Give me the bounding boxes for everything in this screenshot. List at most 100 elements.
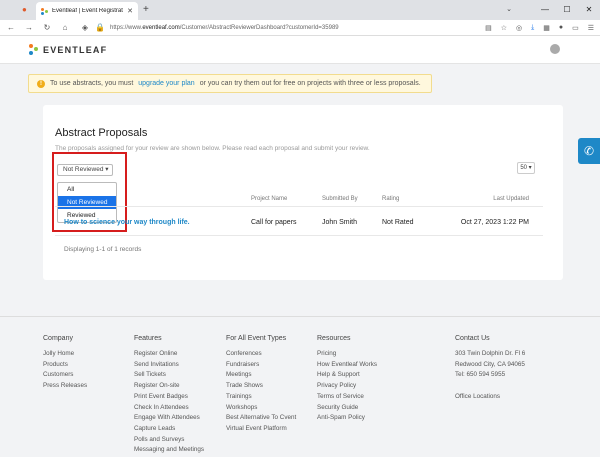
footer-link[interactable]: Fundraisers [226, 360, 296, 371]
footer-link[interactable]: Jolly Home [43, 349, 87, 360]
footer-link[interactable]: Print Event Badges [134, 392, 204, 403]
footer-link[interactable]: Messaging and Meetings [134, 445, 204, 456]
footer-link[interactable]: Pricing [317, 349, 377, 360]
lock-icon[interactable]: 🔒 [95, 23, 105, 32]
footer-link[interactable]: How Eventleaf Works [317, 360, 377, 371]
footer-link[interactable]: Products [43, 360, 87, 371]
address-bar[interactable]: ◈ 🔒 https://www.eventleaf.com/Customer/A… [78, 22, 477, 34]
footer-heading: Features [134, 335, 162, 342]
eventleaf-favicon-icon [41, 7, 48, 15]
notice-text-before: To use abstracts, you must [50, 80, 134, 87]
footer-heading: Company [43, 335, 73, 342]
footer-link[interactable]: Security Guide [317, 403, 377, 414]
site-header: EVENTLEAF [0, 36, 600, 64]
reload-icon[interactable]: ↻ [42, 23, 52, 32]
footer-address: 303 Twin Dolphin Dr. Fl 6 [455, 350, 526, 357]
footer-contact: Contact Us 303 Twin Dolphin Dr. Fl 6 Red… [455, 335, 525, 403]
cell-project: Call for papers [251, 219, 297, 226]
footer-features: Features Register Online Send Invitation… [134, 335, 204, 456]
page-title: Abstract Proposals [55, 127, 148, 139]
pip-icon[interactable]: ▭ [572, 24, 579, 32]
footer-link[interactable]: Engage With Attendees [134, 413, 204, 424]
cell-last-updated: Oct 27, 2023 1:22 PM [460, 219, 529, 226]
notice-text-after: or you can try them out for free on proj… [199, 80, 421, 87]
extension-icon[interactable]: ▦ [543, 24, 550, 32]
footer-link[interactable]: Register Online [134, 349, 204, 360]
footer-link[interactable]: Polls and Surveys [134, 435, 204, 446]
phone-contact-button[interactable]: ✆ [578, 138, 600, 164]
close-tab-icon[interactable]: ✕ [127, 7, 133, 15]
footer-link[interactable]: Help & Support [317, 370, 377, 381]
upgrade-notice: ! To use abstracts, you must upgrade you… [28, 74, 432, 93]
browser-nav-bar: ← → ↻ ⌂ ◈ 🔒 https://www.eventleaf.com/Cu… [0, 20, 600, 36]
bookmark-star-icon[interactable]: ☆ [501, 24, 507, 32]
footer-link[interactable]: Conferences [226, 349, 296, 360]
office-locations-link[interactable]: Office Locations [455, 392, 525, 403]
column-header-last-updated[interactable]: Last Updated [493, 196, 529, 202]
reader-view-icon[interactable]: ▤ [485, 24, 492, 32]
page-subtitle: The proposals assigned for your review a… [55, 145, 370, 152]
footer-heading: For All Event Types [226, 335, 287, 342]
footer-link[interactable]: Meetings [226, 370, 296, 381]
footer-link[interactable]: Register On-site [134, 381, 204, 392]
maximize-icon[interactable]: ☐ [556, 0, 578, 20]
logo-dots-icon [29, 44, 38, 55]
site-footer: Company Jolly Home Products Customers Pr… [0, 316, 600, 457]
footer-link[interactable]: Check In Attendees [134, 403, 204, 414]
upgrade-plan-link[interactable]: upgrade your plan [138, 80, 194, 87]
footer-link[interactable]: Anti-Spam Policy [317, 413, 377, 424]
profile-icon[interactable]: ● [559, 24, 563, 32]
minimize-icon[interactable]: — [534, 0, 556, 20]
home-icon[interactable]: ⌂ [60, 23, 70, 32]
footer-link[interactable]: Capture Leads [134, 424, 204, 435]
download-icon[interactable]: ⤓ [531, 24, 534, 32]
column-header-submitted-by[interactable]: Submitted By [322, 196, 358, 202]
column-header-rating[interactable]: Rating [382, 196, 399, 202]
footer-spacer [455, 381, 525, 392]
footer-link[interactable]: Workshops [226, 403, 296, 414]
browser-logo-icon: ● [22, 5, 27, 14]
browser-tab-bar: ● Eventleaf | Event Registration Sof ✕ +… [0, 0, 600, 20]
page-size-select[interactable]: 50 ▾ [517, 162, 535, 174]
shield-icon[interactable]: ◈ [80, 23, 90, 32]
eventleaf-logo[interactable]: EVENTLEAF [29, 44, 107, 55]
toolbar-icons: ▤ ☆ ◎ ⤓ ▦ ● ▭ ☰ [485, 24, 594, 32]
logo-text: EVENTLEAF [43, 44, 108, 55]
tab-list-icon[interactable]: ⌄ [506, 5, 512, 13]
footer-link[interactable]: Press Releases [43, 381, 87, 392]
close-window-icon[interactable]: ✕ [578, 0, 600, 20]
footer-event-types: For All Event Types Conferences Fundrais… [226, 335, 296, 435]
footer-link[interactable]: Trainings [226, 392, 296, 403]
forward-icon[interactable]: → [24, 23, 34, 32]
footer-company: Company Jolly Home Products Customers Pr… [43, 335, 87, 392]
tab-title: Eventleaf | Event Registration Sof [52, 8, 123, 14]
footer-link[interactable]: Trade Shows [226, 381, 296, 392]
phone-icon: ✆ [583, 144, 595, 158]
footer-link[interactable]: Send Invitations [134, 360, 204, 371]
footer-address: Redwood City, CA 94065 [455, 360, 525, 368]
record-count: Displaying 1-1 of 1 records [64, 246, 142, 253]
menu-icon[interactable]: ☰ [588, 24, 594, 32]
window-controls: — ☐ ✕ [534, 0, 600, 20]
browser-tab[interactable]: Eventleaf | Event Registration Sof ✕ [36, 2, 138, 20]
column-header-project[interactable]: Project Name [251, 196, 287, 202]
footer-phone: Tel: 650 594 5955 [455, 371, 506, 379]
warning-icon: ! [37, 79, 45, 88]
footer-link[interactable]: Virtual Event Platform [226, 424, 296, 435]
user-avatar-icon[interactable] [550, 44, 560, 54]
footer-heading: Resources [317, 335, 351, 342]
footer-link[interactable]: Privacy Policy [317, 381, 377, 392]
url-text: https://www.eventleaf.com/Customer/Abstr… [110, 24, 339, 31]
footer-link[interactable]: Sell Tickets [134, 370, 204, 381]
footer-link[interactable]: Customers [43, 370, 87, 381]
cell-rating: Not Rated [382, 219, 414, 226]
new-tab-button[interactable]: + [143, 4, 149, 15]
footer-link[interactable]: Terms of Service [317, 392, 377, 403]
back-icon[interactable]: ← [6, 23, 16, 32]
footer-heading: Contact Us [455, 335, 490, 342]
cell-submitted-by: John Smith [322, 219, 358, 226]
footer-link[interactable]: Best Alternative To Cvent [226, 413, 296, 424]
shield-toolbar-icon[interactable]: ◎ [516, 24, 522, 32]
table-divider [55, 235, 543, 236]
proposal-title-link[interactable]: How to science your way through life. [64, 219, 190, 226]
